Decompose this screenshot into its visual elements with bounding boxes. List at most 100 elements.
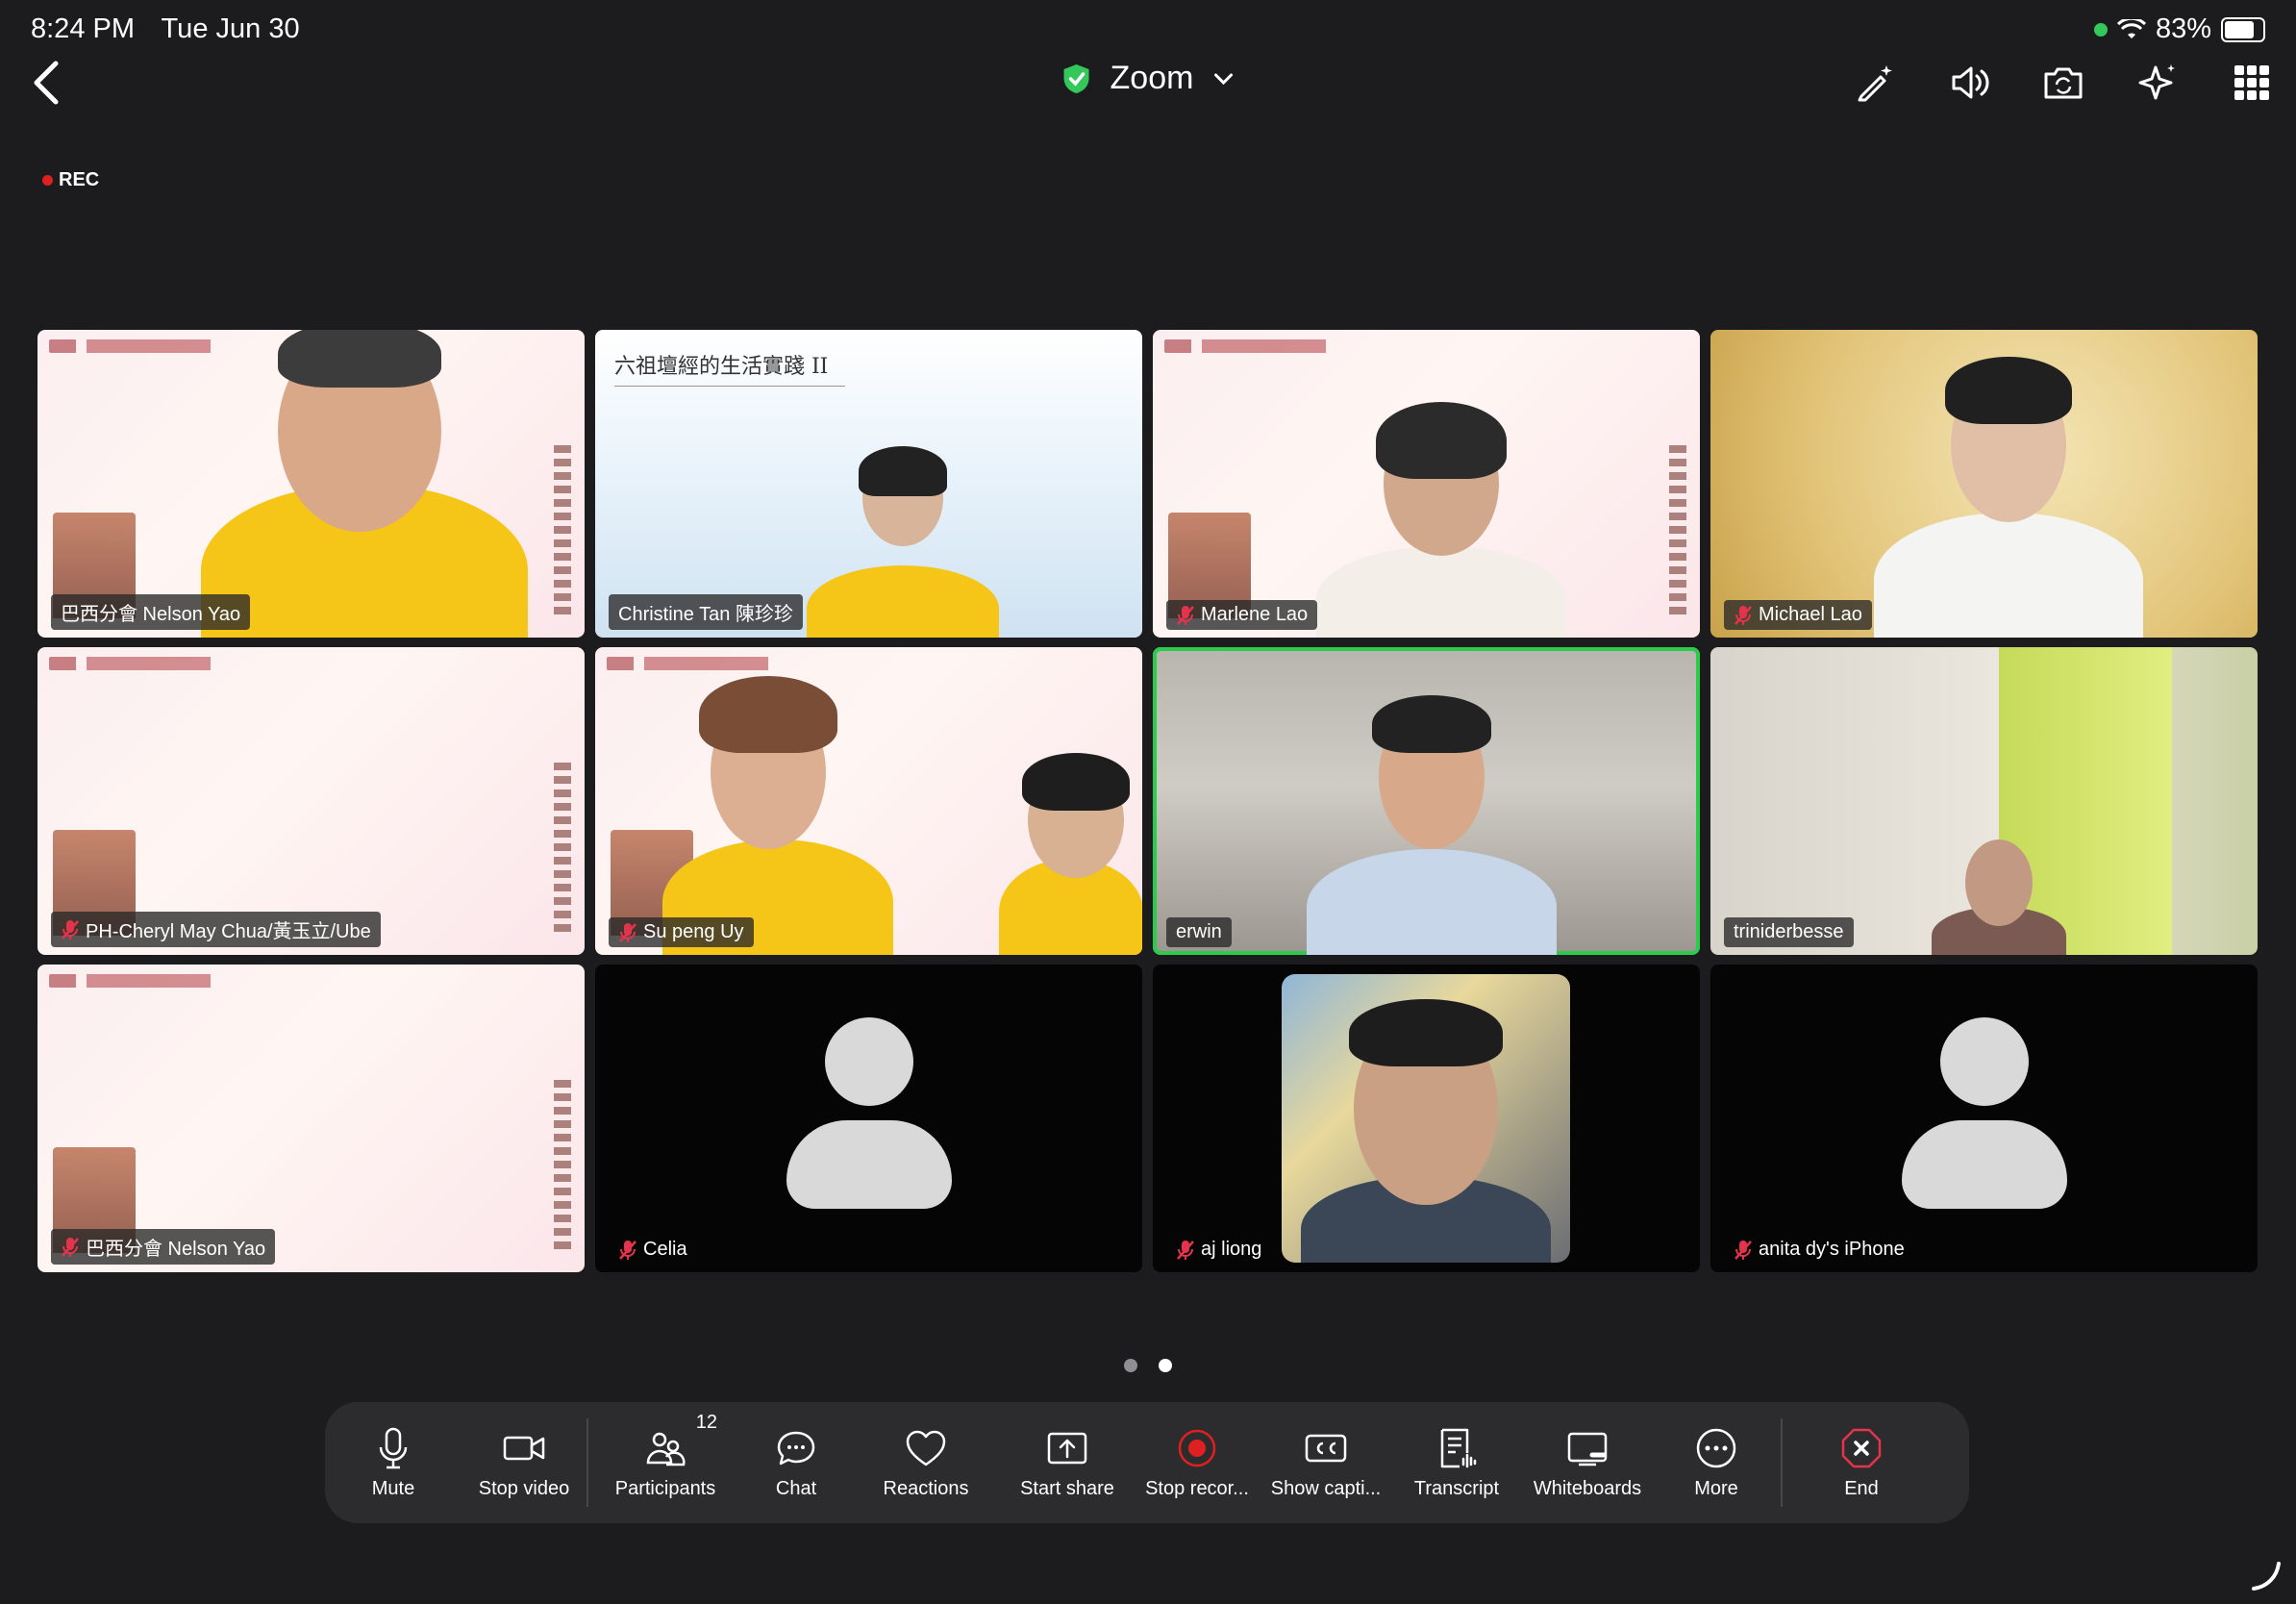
whiteboards-label: Whiteboards (1533, 1477, 1642, 1499)
wifi-icon (2116, 18, 2146, 38)
participant-tile[interactable]: Su peng Uy (595, 647, 1142, 955)
participant-tile-active-speaker[interactable]: erwin (1153, 647, 1700, 955)
meeting-title-menu[interactable]: Zoom (1062, 60, 1235, 97)
participant-video (643, 676, 893, 955)
status-bar-right: 83% (2093, 13, 2265, 45)
header-actions (1852, 56, 2275, 110)
mic-muted-icon (619, 922, 636, 942)
apps-grid-icon (2234, 65, 2269, 100)
participant-name-label: anita dy's iPhone (1724, 1235, 1914, 1265)
meeting-title: Zoom (1110, 60, 1194, 96)
switch-camera-button[interactable] (2040, 56, 2086, 110)
end-meeting-button[interactable]: End (1783, 1402, 1940, 1523)
participant-tile[interactable]: PH-Cheryl May Chua/黃玉立/Ube (37, 647, 585, 955)
camera-in-use-indicator (2093, 22, 2108, 37)
participant-name-label: triniderbesse (1724, 917, 1854, 947)
participant-tile[interactable]: Marlene Lao (1153, 330, 1700, 638)
video-gallery: 巴西分會 Nelson Yao 六祖壇經的生活實踐 II Christine T… (37, 330, 2259, 1272)
participant-tile[interactable]: Michael Lao (1710, 330, 2258, 638)
mic-muted-icon (1734, 605, 1752, 625)
chat-button[interactable]: Chat (742, 1402, 850, 1523)
transcript-icon (1440, 1428, 1477, 1467)
participant-tile[interactable]: triniderbesse (1710, 647, 2258, 955)
more-icon (1696, 1428, 1736, 1467)
mic-muted-icon (619, 1240, 636, 1260)
gallery-pager (1124, 1359, 1172, 1372)
participant-tile[interactable]: anita dy's iPhone (1710, 965, 2258, 1272)
participant-video (1932, 840, 2066, 955)
battery-percent: 83% (2155, 13, 2211, 44)
shield-check-icon (1063, 63, 1089, 93)
participant-name-label: 巴西分會 Nelson Yao (51, 594, 251, 630)
participant-tile[interactable]: 巴西分會 Nelson Yao (37, 965, 585, 1272)
participant-name: aj liong (1201, 1239, 1262, 1260)
annotate-button[interactable] (1852, 56, 1898, 110)
stop-recording-label: Stop recor... (1145, 1477, 1249, 1499)
participant-name: 巴西分會 Nelson Yao (61, 604, 241, 625)
background-vertical-text (554, 445, 571, 618)
participant-tile[interactable]: 巴西分會 Nelson Yao (37, 330, 585, 638)
sparkle-icon (2138, 64, 2175, 100)
background-vertical-text (554, 1080, 571, 1253)
more-button[interactable]: More (1652, 1402, 1781, 1523)
battery-fill (2225, 20, 2254, 38)
microphone-icon (379, 1427, 408, 1468)
participant-name-label: 巴西分會 Nelson Yao (51, 1229, 276, 1265)
participant-tile[interactable]: 六祖壇經的生活實踐 II Christine Tan 陳珍珍 (595, 330, 1142, 638)
start-share-button[interactable]: Start share (1002, 1402, 1133, 1523)
participant-name-label: PH-Cheryl May Chua/黃玉立/Ube (51, 912, 381, 947)
transcript-label: Transcript (1413, 1477, 1500, 1499)
background-banner (49, 657, 318, 670)
background-banner (1164, 339, 1434, 353)
apps-button[interactable] (2229, 56, 2275, 110)
participant-name: triniderbesse (1734, 921, 1844, 942)
recording-indicator: REC (42, 169, 99, 191)
camera-flip-icon (2044, 67, 2083, 99)
reactions-label: Reactions (883, 1477, 969, 1499)
mic-muted-icon (1177, 1240, 1194, 1260)
participant-name-label: Christine Tan 陳珍珍 (609, 594, 803, 630)
more-label: More (1694, 1477, 1738, 1499)
show-captions-label: Show capti... (1270, 1477, 1382, 1499)
page-dot-1[interactable] (1124, 1359, 1137, 1372)
participant-name-label: Celia (609, 1235, 697, 1265)
stop-recording-button[interactable]: Stop recor... (1133, 1402, 1261, 1523)
magic-pen-icon (1858, 65, 1892, 102)
meeting-toolbar: Mute Stop video 12 Participants Chat Rea… (325, 1402, 1969, 1523)
participant-name: erwin (1176, 921, 1222, 942)
end-meeting-icon (1841, 1428, 1882, 1467)
participants-button[interactable]: 12 Participants (588, 1402, 742, 1523)
participant-name: Su peng Uy (643, 921, 744, 942)
slide-title: 六祖壇經的生活實踐 II (614, 349, 845, 387)
participant-name-label: aj liong (1166, 1235, 1271, 1265)
show-captions-button[interactable]: Show capti... (1261, 1402, 1390, 1523)
back-button[interactable] (25, 56, 71, 110)
chevron-left-icon (34, 61, 59, 105)
participant-video (1316, 402, 1566, 638)
resize-handle-icon[interactable] (2246, 1556, 2284, 1594)
participant-tile[interactable]: aj liong (1153, 965, 1700, 1272)
reactions-button[interactable]: Reactions (850, 1402, 1002, 1523)
participant-video (999, 743, 1142, 955)
mic-muted-icon (62, 1237, 79, 1257)
participant-name-label: Michael Lao (1724, 600, 1872, 630)
whiteboards-button[interactable]: Whiteboards (1523, 1402, 1652, 1523)
video-camera-icon (503, 1436, 545, 1460)
participant-tile[interactable]: Celia (595, 965, 1142, 1272)
transcript-button[interactable]: Transcript (1390, 1402, 1523, 1523)
ai-companion-button[interactable] (2134, 56, 2181, 110)
closed-caption-icon (1305, 1434, 1347, 1462)
participant-name: Celia (643, 1239, 687, 1260)
share-screen-icon (1047, 1432, 1087, 1464)
mute-button[interactable]: Mute (325, 1402, 462, 1523)
page-dot-2[interactable] (1159, 1359, 1172, 1372)
record-dot-icon (42, 175, 53, 186)
chat-label: Chat (775, 1477, 817, 1499)
end-label: End (1844, 1477, 1879, 1499)
stop-video-button[interactable]: Stop video (462, 1402, 586, 1523)
mic-muted-icon (1734, 1240, 1752, 1260)
record-icon (1178, 1429, 1216, 1466)
speaker-button[interactable] (1946, 56, 1992, 110)
participant-name: Christine Tan 陳珍珍 (618, 604, 793, 625)
participant-name-label: Marlene Lao (1166, 600, 1318, 630)
